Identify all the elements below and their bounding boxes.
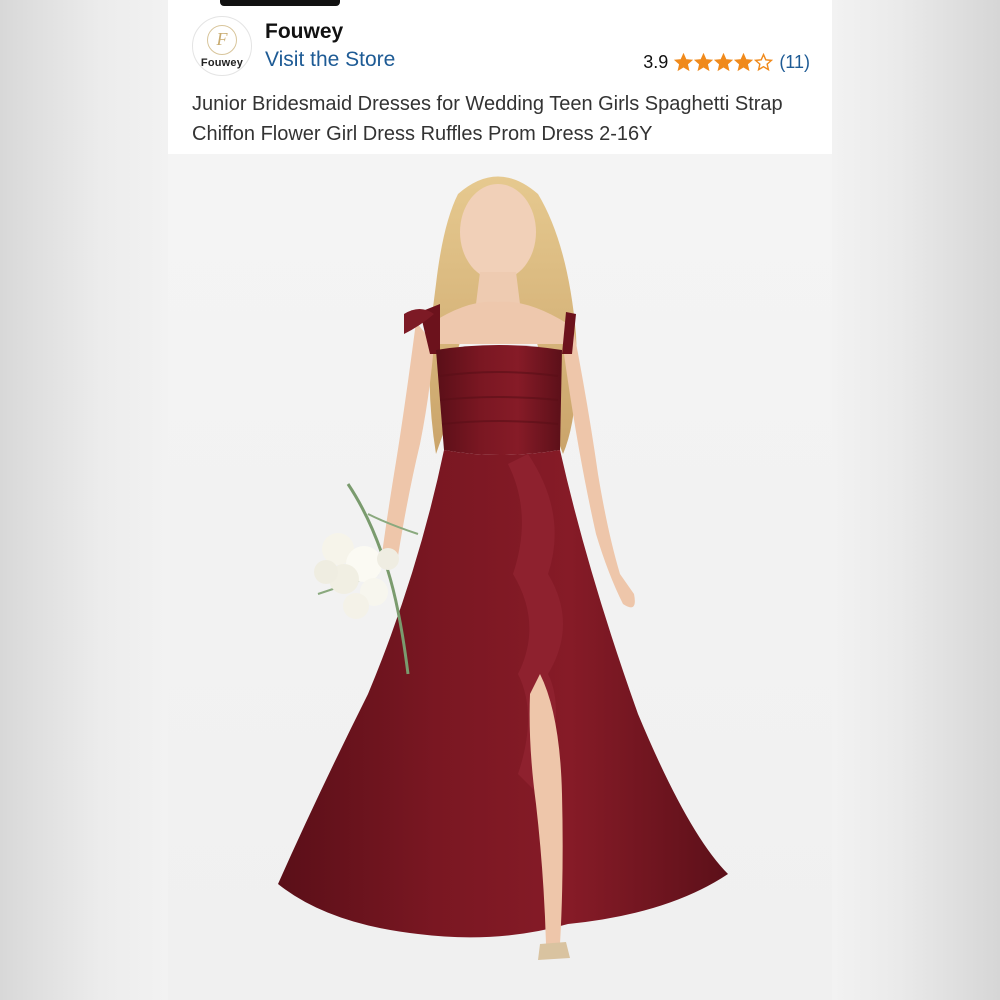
review-count-link[interactable]: (11) bbox=[779, 52, 810, 73]
product-panel: F Fouwey Fouwey Visit the Store 3.9 (11)… bbox=[168, 0, 832, 1000]
product-title: Junior Bridesmaid Dresses for Wedding Te… bbox=[192, 93, 783, 145]
rating-summary[interactable]: 3.9 (11) bbox=[643, 50, 810, 74]
logo-monogram-icon: F bbox=[207, 25, 237, 55]
visit-store-link[interactable]: Visit the Store bbox=[265, 48, 395, 72]
logo-text: Fouwey bbox=[200, 57, 244, 69]
status-notch bbox=[220, 0, 340, 6]
logo-monogram: F bbox=[216, 29, 228, 49]
dress-illustration bbox=[278, 176, 728, 960]
rating-score: 3.9 bbox=[643, 51, 669, 72]
star-full-icon bbox=[714, 52, 734, 71]
star-rating[interactable] bbox=[674, 52, 774, 72]
product-photo[interactable] bbox=[168, 154, 832, 1000]
star-full-icon bbox=[734, 52, 754, 71]
star-full-icon bbox=[694, 52, 714, 71]
left-backdrop bbox=[0, 0, 168, 1000]
star-full-icon bbox=[674, 52, 694, 71]
right-backdrop bbox=[832, 0, 1000, 1000]
star-empty-icon bbox=[754, 52, 774, 71]
store-logo[interactable]: F Fouwey bbox=[192, 16, 252, 76]
product-header: F Fouwey Fouwey Visit the Store 3.9 (11)… bbox=[168, 0, 832, 154]
store-name[interactable]: Fouwey bbox=[265, 20, 343, 44]
